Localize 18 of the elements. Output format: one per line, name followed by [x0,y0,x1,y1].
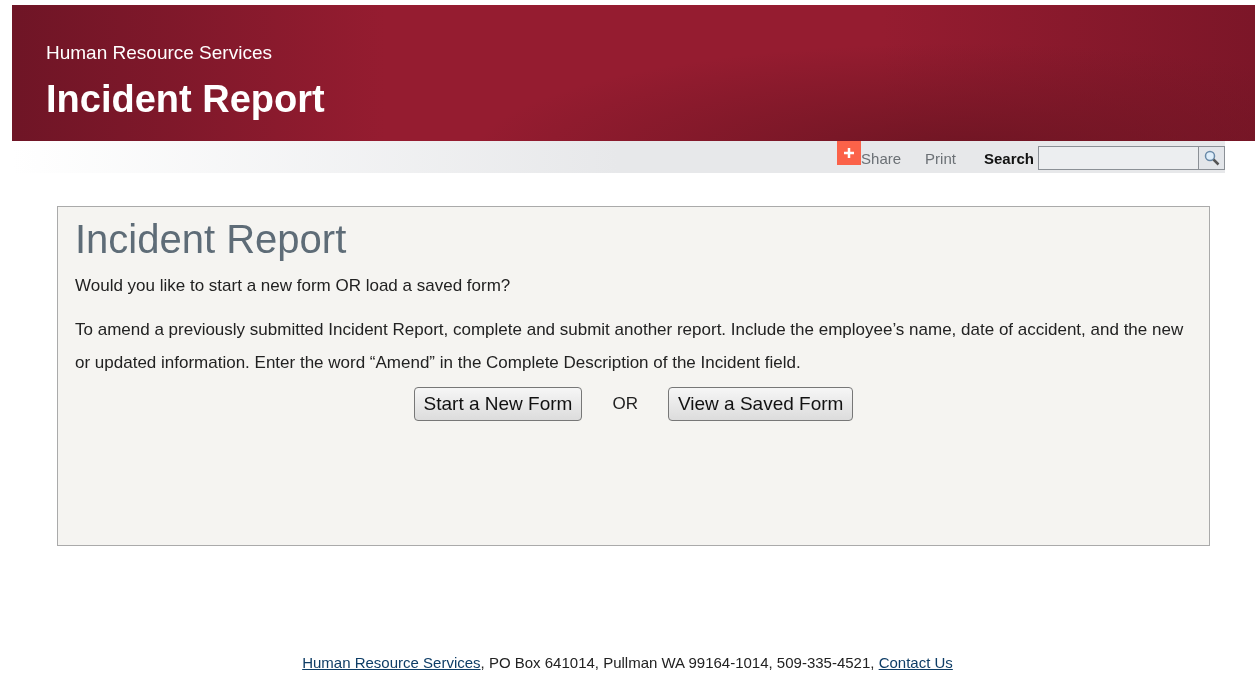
site-subtitle: Human Resource Services [46,43,273,62]
or-separator: OR [612,393,638,415]
search-icon [1203,150,1220,166]
print-link[interactable]: Print [925,147,956,170]
footer-text: Human Resource Services, PO Box 641014, Pullman WA 99164-1014, 509-335-4521, Contact Us [301,653,954,673]
plus-icon[interactable] [837,141,862,165]
instructions-text: To amend a previously submitted Incident Report, complete and submit another report. Include the employee’s name, date of accident, and the new or updated information. Enter the word “Amend” in the Complete Description of the Incident field. [75,318,1185,374]
question-text: Would you like to start a new form OR load a saved form? [75,275,512,297]
search-label: Search [983,148,1034,169]
search-button[interactable] [1198,146,1225,170]
view-saved-form-button[interactable]: View a Saved Form [667,386,854,421]
page-title: Incident Report [46,80,326,118]
search-field[interactable] [1038,146,1198,170]
start-new-form-button[interactable]: Start a New Form [413,386,583,421]
footer-link[interactable]: Human Resource Services [302,654,481,671]
share-link[interactable]: Share [861,147,902,170]
panel-heading: Incident Report [75,216,348,263]
contact-link[interactable]: Contact Us [878,654,953,671]
